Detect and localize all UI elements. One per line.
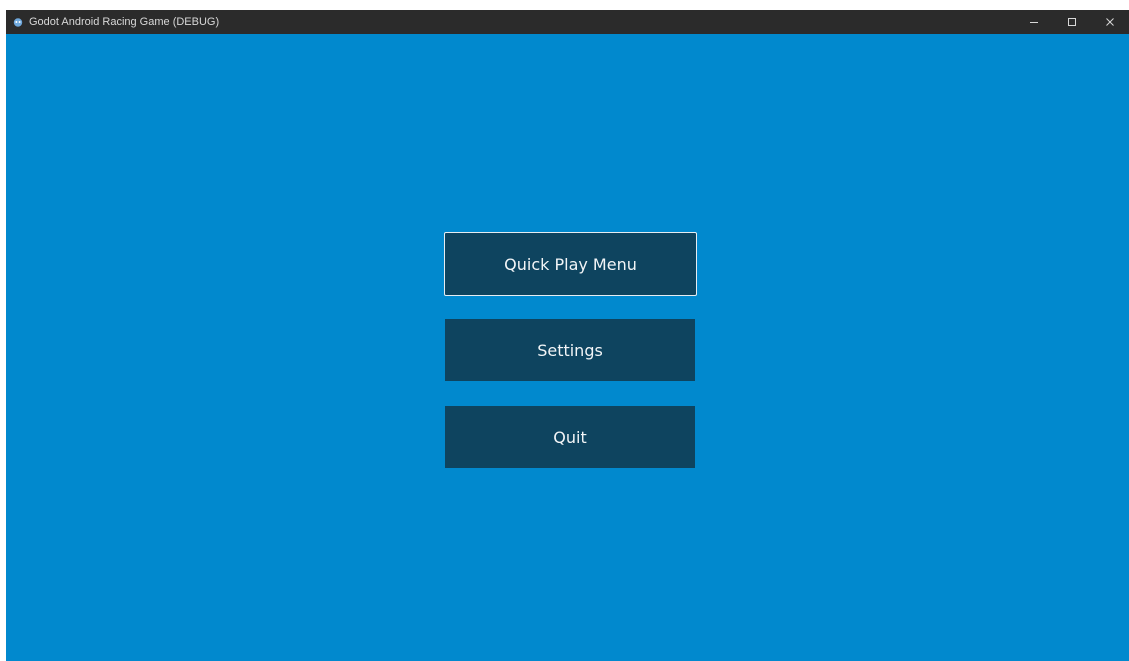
godot-icon [12, 17, 23, 28]
settings-button[interactable]: Settings [445, 319, 695, 381]
game-viewport: Quick Play Menu Settings Quit [6, 34, 1129, 661]
minimize-icon [1030, 22, 1038, 23]
close-icon [1106, 18, 1114, 26]
minimize-button[interactable] [1015, 10, 1053, 34]
title-bar[interactable]: Godot Android Racing Game (DEBUG) [6, 10, 1129, 34]
maximize-button[interactable] [1053, 10, 1091, 34]
window-controls [1015, 10, 1129, 34]
window-title: Godot Android Racing Game (DEBUG) [29, 16, 220, 28]
quick-play-menu-label: Quick Play Menu [504, 254, 637, 274]
settings-label: Settings [537, 340, 603, 360]
quit-label: Quit [553, 427, 587, 447]
quick-play-menu-button[interactable]: Quick Play Menu [444, 232, 697, 296]
quit-button[interactable]: Quit [445, 406, 695, 468]
maximize-icon [1068, 18, 1076, 26]
game-window: Godot Android Racing Game (DEBUG) Quick … [6, 10, 1129, 661]
close-button[interactable] [1091, 10, 1129, 34]
